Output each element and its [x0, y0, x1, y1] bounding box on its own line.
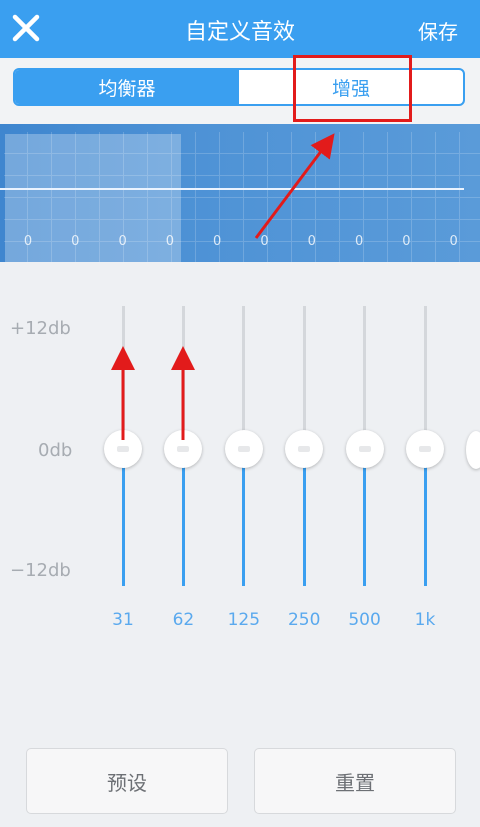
grid-cell — [388, 198, 412, 220]
grid-cell — [364, 132, 388, 154]
preset-button[interactable]: 预设 — [26, 748, 228, 814]
grid-cell — [292, 154, 316, 176]
grid-cell — [268, 132, 292, 154]
grid-cell — [388, 132, 412, 154]
grid-cell — [460, 132, 480, 154]
slider-frequency-label: 500 — [348, 610, 381, 630]
curve-band-value: 0 — [354, 234, 364, 249]
slider-frequency-label: 125 — [227, 610, 261, 630]
grid-cell — [316, 154, 340, 176]
curve-band-value: 0 — [23, 234, 33, 249]
grid-cell — [316, 132, 340, 154]
slider-frequency-label: 1k — [414, 610, 436, 630]
grid-cell — [196, 176, 220, 198]
grid-cell — [412, 154, 436, 176]
grid-cell — [220, 176, 244, 198]
knob-grip-icon — [117, 446, 129, 452]
knob-grip-icon — [177, 446, 190, 452]
curve-band-value: 0 — [402, 234, 411, 249]
grid-cell — [340, 176, 364, 198]
grid-cell — [292, 176, 316, 198]
grid-cell — [388, 154, 412, 176]
grid-cell — [436, 198, 460, 220]
curve-band-value: 0 — [165, 234, 175, 249]
save-button[interactable]: 保存 — [418, 16, 458, 45]
curve-band-value: 0 — [71, 234, 80, 249]
grid-cell — [220, 154, 244, 176]
slider-knob[interactable] — [285, 430, 324, 468]
knob-grip-icon — [237, 446, 250, 452]
slider-frequency-label: 62 — [172, 610, 195, 630]
grid-cell — [436, 176, 460, 198]
knob-grip-icon — [358, 446, 371, 452]
grid-cell — [268, 154, 292, 176]
grid-cell — [340, 132, 364, 154]
eq-curve-panel: 0 0 0 0 0 0 0 0 0 0 — [0, 124, 480, 262]
grid-cell — [412, 198, 436, 220]
slider-fill — [121, 449, 125, 586]
slider-knob[interactable] — [406, 430, 444, 468]
slider-fill — [242, 449, 246, 586]
slider-fill — [302, 449, 306, 586]
tab-equalizer[interactable]: 均衡器 — [15, 70, 239, 104]
scale-label-middle: 0db — [38, 440, 73, 461]
grid-cell — [268, 198, 292, 220]
reset-button[interactable]: 重置 — [254, 748, 456, 814]
grid-cell — [244, 176, 268, 198]
curve-band-value: 0 — [449, 234, 458, 249]
knob-grip-icon — [419, 446, 431, 452]
grid-cell — [364, 176, 388, 198]
grid-cell — [460, 176, 480, 198]
grid-cell — [196, 198, 220, 220]
grid-cell — [436, 132, 460, 154]
grid-cell — [244, 198, 268, 220]
curve-band-value: 0 — [260, 234, 269, 249]
grid-cell — [316, 176, 340, 198]
slider-knob[interactable] — [164, 430, 203, 468]
annotation-highlight-box — [293, 55, 412, 122]
grid-cell — [388, 176, 412, 198]
slider-knob-partial[interactable] — [466, 431, 480, 469]
grid-cell — [196, 132, 220, 154]
page-title: 自定义音效 — [184, 20, 295, 45]
grid-cell — [460, 198, 480, 220]
grid-cell — [316, 198, 340, 220]
grid-cell — [244, 132, 268, 154]
knob-grip-icon — [298, 446, 311, 452]
grid-cell — [412, 176, 436, 198]
grid-cell — [340, 154, 364, 176]
grid-cell — [460, 154, 480, 176]
slider-fill — [363, 449, 367, 586]
grid-cell — [412, 132, 436, 154]
slider-fill — [423, 449, 427, 586]
grid-cell — [220, 198, 244, 220]
curve-band-value: 0 — [118, 234, 127, 249]
grid-cell — [292, 132, 316, 154]
curve-band-value: 0 — [213, 234, 222, 249]
slider-frequency-label: 31 — [112, 610, 134, 630]
grid-cell — [436, 154, 460, 176]
slider-knob[interactable] — [104, 430, 142, 468]
grid-cell — [292, 198, 316, 220]
slider-knob[interactable] — [345, 430, 384, 468]
close-icon[interactable] — [8, 10, 44, 46]
grid-cell — [364, 198, 388, 220]
scale-label-bottom: −12db — [10, 560, 71, 581]
scale-label-top: +12db — [10, 318, 71, 339]
slider-fill — [181, 449, 185, 586]
grid-cell — [220, 132, 244, 154]
grid-cell — [340, 198, 364, 220]
eq-curve-line — [0, 188, 464, 190]
grid-cell — [244, 154, 268, 176]
slider-knob[interactable] — [224, 430, 263, 468]
header-bar: 自定义音效 保存 — [0, 0, 480, 58]
grid-cell — [268, 176, 292, 198]
grid-cell — [196, 154, 220, 176]
grid-cell — [364, 154, 388, 176]
curve-band-value: 0 — [307, 234, 316, 249]
slider-frequency-label: 250 — [287, 610, 321, 630]
